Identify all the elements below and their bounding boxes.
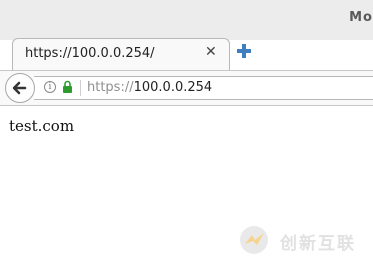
browser-tab[interactable]: https://100.0.0.254/ ✕ — [12, 38, 230, 70]
watermark: 创新互联 — [238, 224, 366, 256]
url-separator — [80, 80, 81, 96]
page-body-text: test.com — [9, 117, 75, 135]
watermark-text: 创新互联 — [280, 234, 356, 254]
window-title: Mo — [349, 10, 373, 25]
arrow-left-icon — [12, 81, 27, 95]
window-titlebar: Mo — [0, 0, 373, 40]
back-button[interactable] — [5, 73, 35, 103]
close-tab-icon[interactable]: ✕ — [205, 44, 217, 60]
lock-icon[interactable] — [62, 80, 73, 93]
url-text[interactable]: https://100.0.0.254 — [87, 80, 212, 95]
url-host: 100.0.0.254 — [133, 80, 213, 95]
new-tab-plus-icon[interactable] — [236, 43, 252, 59]
tab-title: https://100.0.0.254/ — [25, 46, 155, 61]
watermark-logo-icon — [240, 226, 268, 254]
info-icon[interactable]: i — [44, 81, 56, 93]
url-scheme: https:// — [87, 80, 134, 95]
